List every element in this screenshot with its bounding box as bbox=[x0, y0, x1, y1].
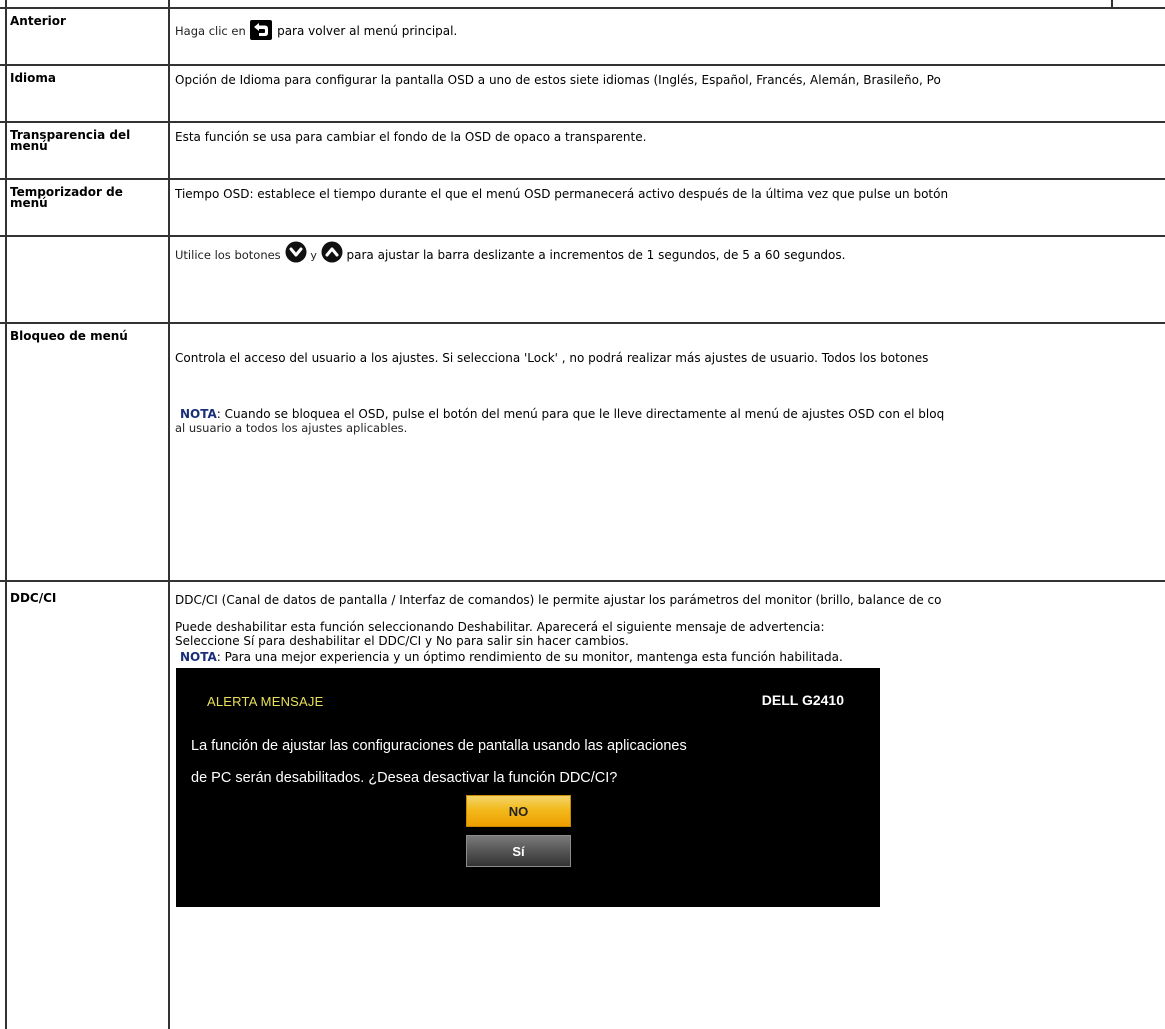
row-label-temporizador: Temporizador de menú bbox=[10, 186, 160, 210]
table-top-border bbox=[0, 7, 1165, 9]
row-label-anterior: Anterior bbox=[10, 14, 66, 28]
row-text-anterior: Haga clic en para volver al menú princip… bbox=[175, 20, 457, 43]
note-bloqueo-line1: : Cuando se bloquea el OSD, pulse el bot… bbox=[216, 407, 945, 421]
osd-no-button[interactable]: NO bbox=[466, 795, 571, 827]
ddcci-disable-line1: Puede deshabilitar esta función seleccio… bbox=[175, 620, 825, 634]
row-divider bbox=[0, 322, 1165, 324]
osd-si-button[interactable]: Sí bbox=[466, 835, 571, 867]
column-divider bbox=[168, 0, 170, 1029]
row-divider bbox=[0, 580, 1165, 582]
row-label-idioma: Idioma bbox=[10, 71, 57, 85]
note-ddcci-text: : Para una mejor experiencia y un óptimo… bbox=[216, 650, 843, 664]
row-text-ddcci: DDC/CI (Canal de datos de pantalla / Int… bbox=[175, 593, 942, 607]
row-text-idioma: Opción de Idioma para configurar la pant… bbox=[175, 73, 941, 87]
osd-alert-dialog: ALERTA MENSAJE DELL G2410 La función de … bbox=[176, 668, 880, 907]
osd-model: DELL G2410 bbox=[761, 692, 844, 708]
back-arrow-icon[interactable] bbox=[250, 20, 273, 43]
temporizador-label-line2: menú bbox=[10, 196, 48, 210]
row-divider bbox=[0, 178, 1165, 180]
buttons-text-and: y bbox=[310, 249, 317, 262]
osd-message-line2: de PC serán desabilitados. ¿Desea desact… bbox=[191, 770, 618, 786]
row-text-bloqueo: Controla el acceso del usuario a los aju… bbox=[175, 351, 929, 365]
row-text-temporizador: Tiempo OSD: establece el tiempo durante … bbox=[175, 187, 949, 201]
anterior-text-after: para volver al menú principal. bbox=[277, 24, 458, 38]
note-keyword: NOTA bbox=[180, 407, 217, 421]
row-divider bbox=[0, 235, 1165, 237]
up-chevron-icon[interactable] bbox=[321, 241, 343, 270]
row-text-temporizador-buttons: Utilice los botones y para ajustar la ba… bbox=[175, 241, 845, 270]
osd-message-line1: La función de ajustar las configuracione… bbox=[191, 738, 687, 754]
row-label-transparencia: Transparencia del menú bbox=[10, 129, 160, 153]
ddcci-note-real: NOTA: Para una mejor experiencia y un óp… bbox=[180, 650, 843, 664]
row-divider bbox=[0, 64, 1165, 66]
table-top-stub bbox=[1111, 0, 1113, 7]
down-chevron-icon[interactable] bbox=[285, 241, 307, 270]
note-keyword: NOTA bbox=[180, 650, 217, 664]
row-divider bbox=[0, 121, 1165, 123]
buttons-text-before: Utilice los botones bbox=[175, 248, 281, 262]
table-left-border bbox=[5, 0, 7, 1029]
buttons-text-after: para ajustar la barra deslizante a incre… bbox=[346, 248, 846, 262]
note-bloqueo-line2: al usuario a todos los ajustes aplicable… bbox=[175, 421, 408, 435]
row-text-transparencia: Esta función se usa para cambiar el fond… bbox=[175, 130, 647, 144]
row-label-bloqueo: Bloqueo de menú bbox=[10, 329, 128, 343]
ddcci-disable-line2: Seleccione Sí para deshabilitar el DDC/C… bbox=[175, 634, 629, 648]
row-label-ddcci: DDC/CI bbox=[10, 591, 57, 605]
anterior-text-before: Haga clic en bbox=[175, 24, 246, 38]
transparencia-label-line2: menú bbox=[10, 139, 48, 153]
osd-title: ALERTA MENSAJE bbox=[207, 694, 324, 709]
note-bloqueo: NOTA: Cuando se bloquea el OSD, pulse el… bbox=[180, 407, 944, 421]
